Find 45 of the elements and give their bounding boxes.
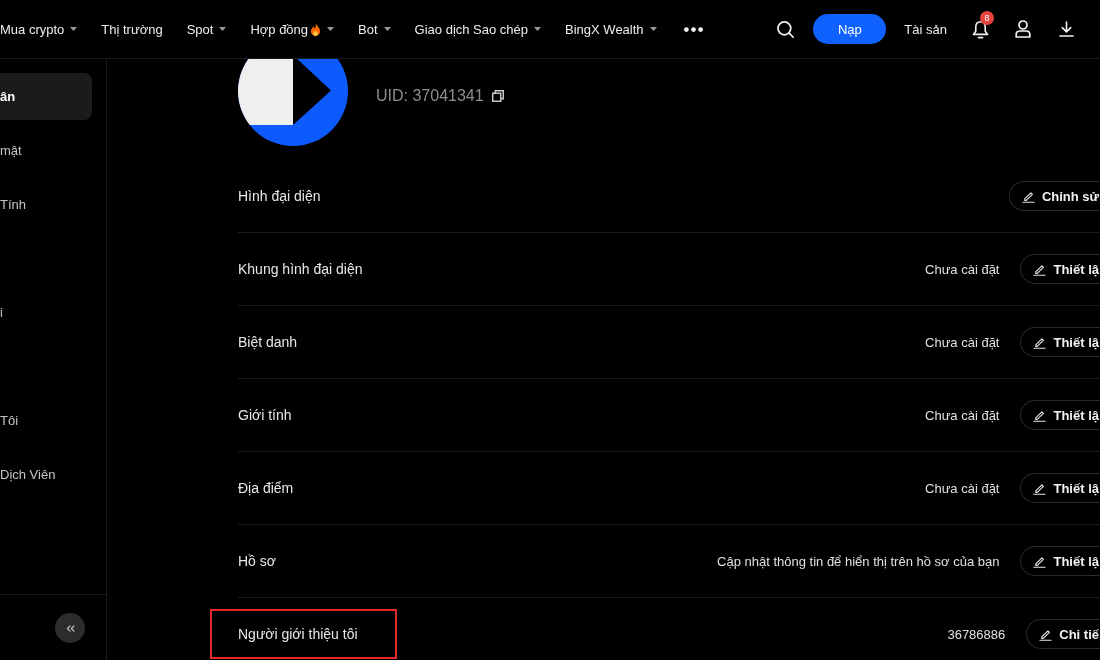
more-icon[interactable] — [683, 26, 703, 32]
row-value: Chưa cài đặt — [925, 334, 1000, 350]
sidebar-item[interactable]: Tính — [0, 181, 92, 228]
row-value: Chưa cài đặt — [925, 261, 1000, 277]
notification-badge: 8 — [980, 10, 994, 25]
row-label: Hình đại diện — [238, 188, 321, 204]
nav-link[interactable]: Spot — [186, 21, 227, 37]
search-icon[interactable] — [777, 20, 795, 38]
download-icon[interactable] — [1059, 21, 1074, 37]
pencil-icon — [1039, 627, 1053, 641]
sidebar-item[interactable]: i — [0, 289, 92, 336]
pencil-icon — [1033, 408, 1047, 422]
collapse-button[interactable] — [55, 613, 85, 643]
row-label: Khung hình đại diện — [238, 261, 363, 277]
bell-icon[interactable] — [972, 19, 989, 39]
deposit-button[interactable]: Nạp — [813, 14, 887, 44]
sidebar-item[interactable]: ân — [0, 73, 92, 120]
row-label: Người giới thiệu tôi — [238, 626, 358, 642]
row-label: Biệt danh — [238, 334, 298, 350]
pencil-icon — [1021, 189, 1035, 203]
pencil-icon — [1033, 335, 1047, 349]
assets-link[interactable]: Tài sản — [904, 21, 947, 37]
nav-link[interactable]: Thị trường — [101, 21, 163, 37]
nav-link[interactable]: Bot — [358, 21, 391, 37]
pencil-icon — [1033, 554, 1047, 568]
user-icon[interactable] — [1015, 20, 1031, 38]
row-label: Địa điểm — [238, 480, 294, 496]
nav-link[interactable]: Giao dịch Sao chép — [414, 21, 542, 37]
sidebar-item[interactable]: Tôi — [0, 397, 92, 444]
row-value: Chưa cài đặt — [925, 407, 1000, 423]
uid-text: UID: 37041341 — [376, 87, 484, 105]
double-chevron-icon — [65, 624, 75, 632]
row-value: Chưa cài đặt — [925, 480, 1000, 496]
pencil-icon — [1033, 262, 1047, 276]
sidebar-item[interactable]: Dịch Viên — [0, 451, 92, 498]
row-value: 36786886 — [947, 626, 1006, 642]
nav-link[interactable]: BingX Wealth — [565, 21, 657, 37]
row-value: Cập nhật thông tin để hiển thị trên hồ sơ của bạn — [717, 553, 1000, 569]
row-label: Hồ sơ — [238, 553, 276, 569]
nav-link[interactable]: Hợp đồng — [250, 21, 335, 37]
pencil-icon — [1033, 481, 1047, 495]
sidebar-item[interactable]: mật — [0, 127, 92, 174]
nav-link[interactable]: Mua crypto — [0, 21, 78, 37]
copy-icon[interactable] — [491, 90, 504, 102]
row-label: Giới tính — [238, 407, 292, 423]
